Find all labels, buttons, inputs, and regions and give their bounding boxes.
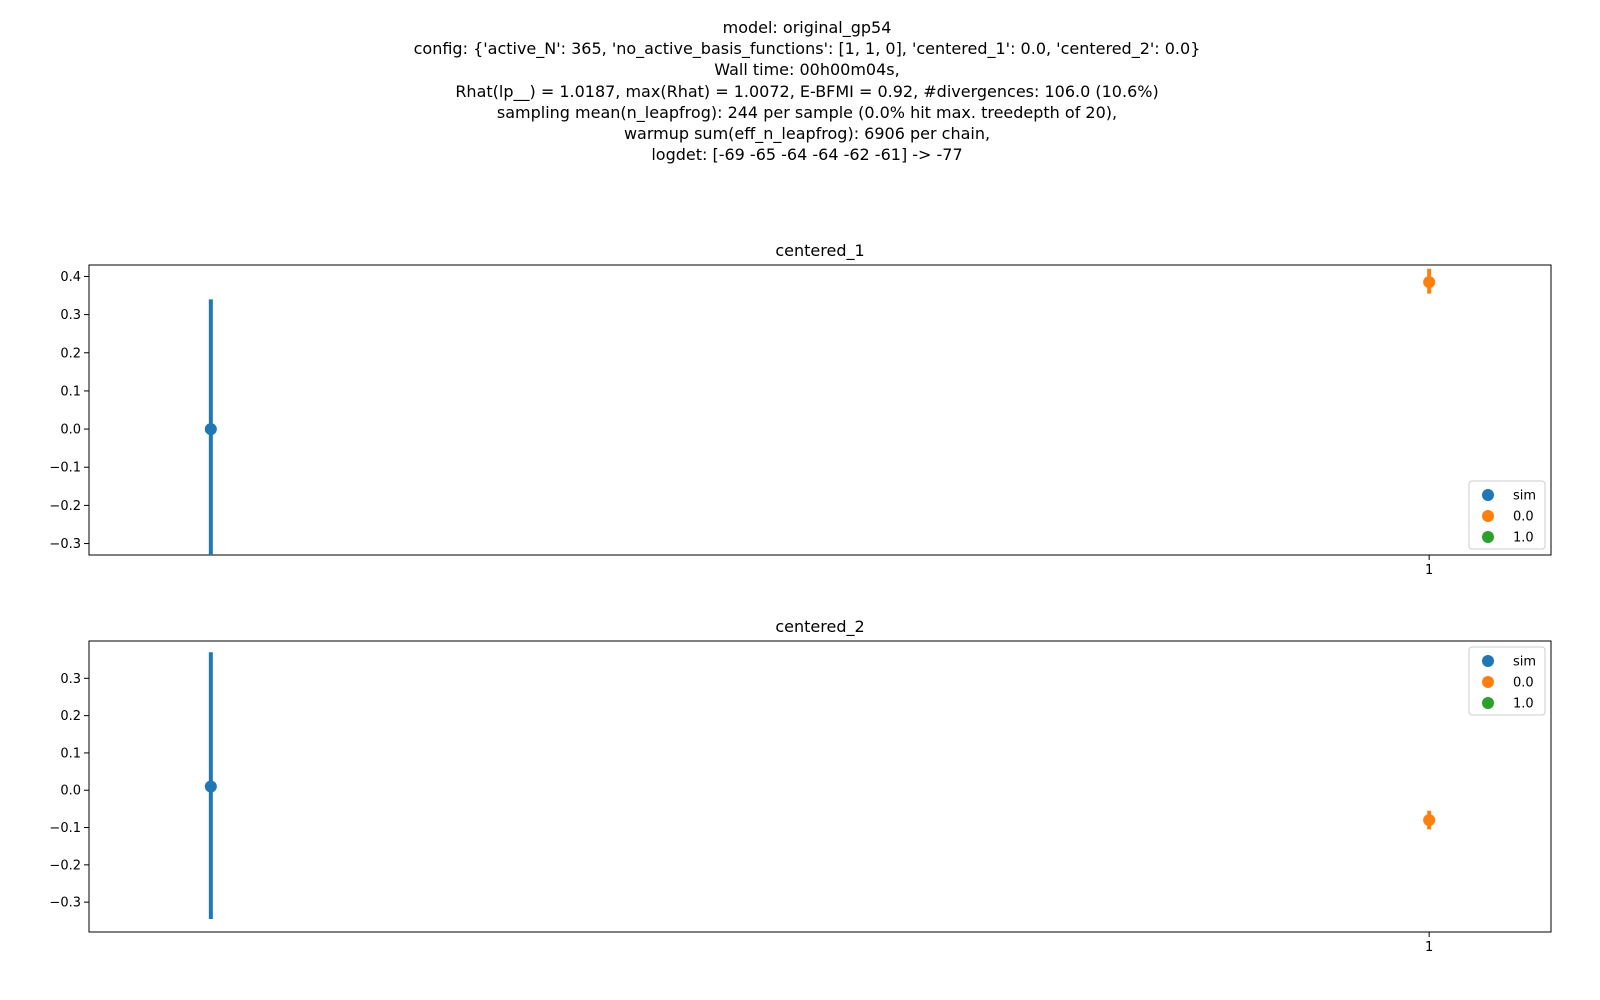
point-0.0 [1423,276,1436,289]
point-0.0 [1423,814,1436,827]
y-tick-label: −0.3 [49,537,81,552]
y-tick-label: 0.3 [60,672,81,687]
subplot-title: centered_1 [775,241,864,261]
y-tick-label: 0.3 [60,308,81,323]
legend-label: 0.0 [1513,510,1534,525]
legend-label: 1.0 [1513,697,1534,712]
legend: sim 0.0 1.0 [1468,480,1546,550]
legend-marker-sim [1482,655,1494,667]
x-tick-label: 1 [1425,563,1433,578]
subplot-centered-2: centered_2 −0.3 −0.2 −0.1 0.0 0.1 0.2 0.3 1 sim 0… [49,617,1552,955]
legend-label: sim [1513,489,1536,504]
legend-marker-1.0 [1482,531,1494,543]
y-tick-label: 0.0 [60,784,81,799]
point-sim [204,423,217,436]
y-tick-label: 0.4 [60,270,81,285]
legend-label: sim [1513,655,1536,670]
figure-canvas: centered_1 −0.3 −0.2 −0.1 0.0 0.1 0.2 0.3 0.4 1 s… [49,241,1552,955]
y-tick-label: 0.0 [60,423,81,438]
y-tick-label: 0.2 [60,709,81,724]
subplot-title: centered_2 [775,617,864,637]
legend-marker-sim [1482,489,1494,501]
y-tick-label: −0.3 [49,896,81,911]
y-tick-label: 0.1 [60,746,81,761]
x-tick-label: 1 [1425,940,1433,955]
legend-marker-1.0 [1482,697,1494,709]
legend-label: 0.0 [1513,676,1534,691]
subplot-centered-1: centered_1 −0.3 −0.2 −0.1 0.0 0.1 0.2 0.3 0.4 1 s… [49,241,1552,578]
axes-frame [88,640,1552,933]
y-tick-label: 0.1 [60,384,81,399]
y-tick-label: −0.1 [49,821,81,836]
y-tick-label: −0.2 [49,499,81,514]
legend: sim 0.0 1.0 [1468,646,1546,716]
legend-label: 1.0 [1513,531,1534,546]
legend-marker-0.0 [1482,676,1494,688]
y-tick-label: −0.2 [49,858,81,873]
y-tick-label: −0.1 [49,461,81,476]
y-tick-label: 0.2 [60,346,81,361]
legend-marker-0.0 [1482,510,1494,522]
axes-frame [88,264,1552,556]
point-sim [204,780,217,793]
